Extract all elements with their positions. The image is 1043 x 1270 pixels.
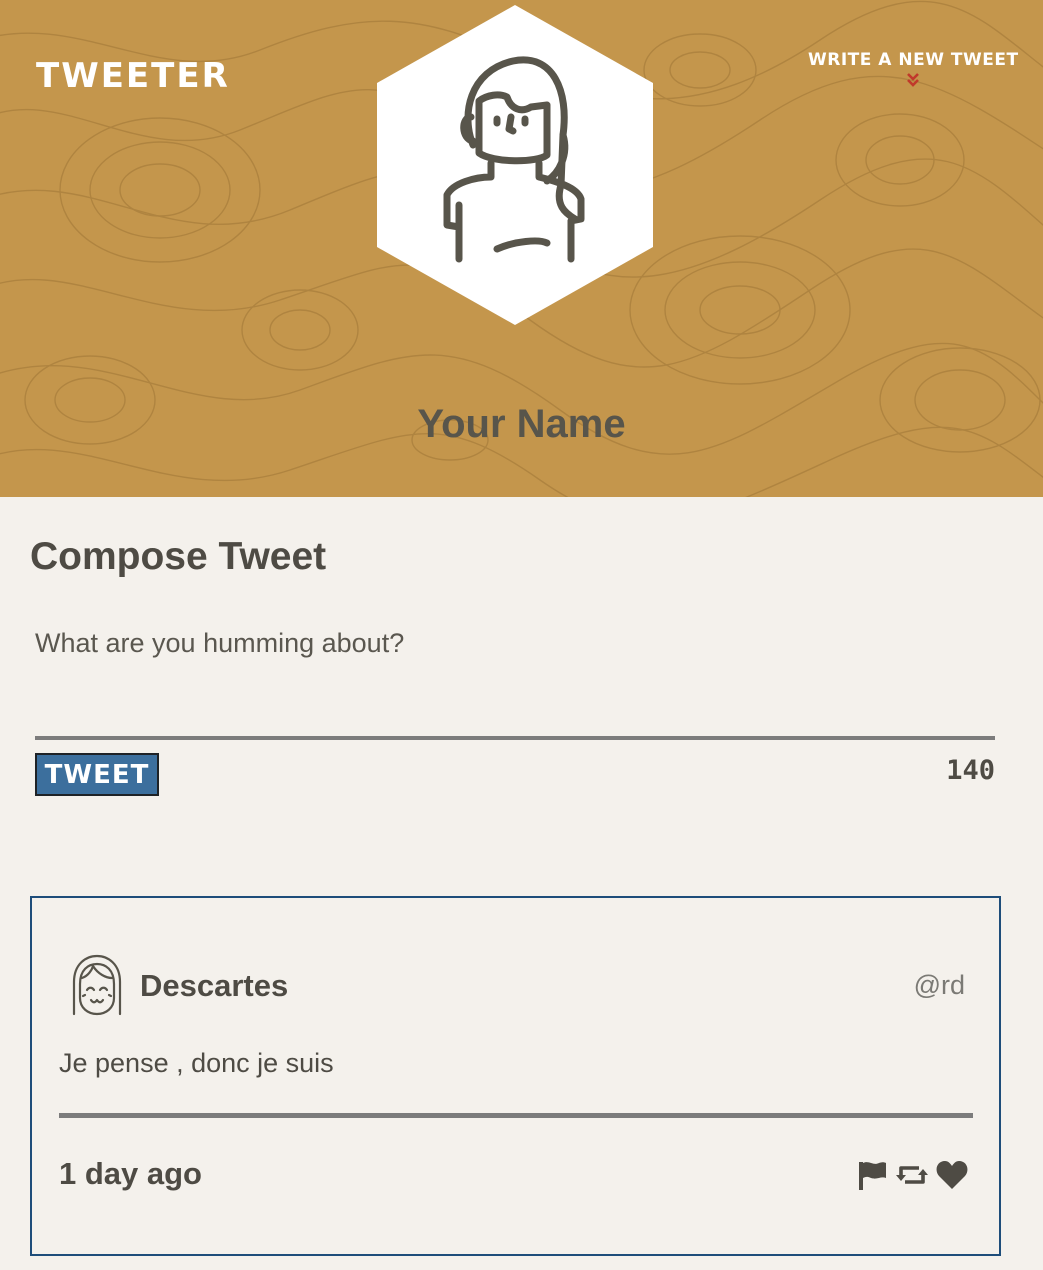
- user-avatar: [377, 5, 653, 325]
- compose-divider: [35, 736, 995, 740]
- brand-logo[interactable]: TWEETER: [36, 56, 230, 96]
- write-new-tweet-label: WRITE A NEW TWEET: [808, 50, 1019, 70]
- tweet-divider: [59, 1113, 973, 1118]
- write-new-tweet-link[interactable]: WRITE A NEW TWEET: [808, 50, 1018, 88]
- char-counter: 140: [946, 755, 995, 786]
- tweet-handle: @rd: [913, 970, 965, 1000]
- tweet-actions: [855, 1158, 969, 1192]
- smiling-girl-avatar-icon: [72, 954, 122, 1016]
- retweet-icon[interactable]: [895, 1158, 929, 1192]
- heart-icon[interactable]: [935, 1158, 969, 1192]
- double-chevron-down-icon: [907, 73, 919, 87]
- tweet-timestamp: 1 day ago: [59, 1156, 202, 1191]
- flag-icon[interactable]: [855, 1158, 889, 1192]
- tweet-card: Descartes @rd Je pense , donc je suis 1 …: [30, 896, 1001, 1256]
- tweet-input[interactable]: [35, 622, 995, 738]
- user-name: Your Name: [417, 402, 626, 446]
- profile-header: TWEETER WRITE A NEW TWEET Your Name: [0, 0, 1043, 497]
- compose-title: Compose Tweet: [30, 535, 327, 578]
- tweet-content: Je pense , donc je suis: [59, 1048, 334, 1078]
- tweet-author: Descartes: [140, 968, 289, 1003]
- tweet-button[interactable]: TWEET: [35, 753, 159, 796]
